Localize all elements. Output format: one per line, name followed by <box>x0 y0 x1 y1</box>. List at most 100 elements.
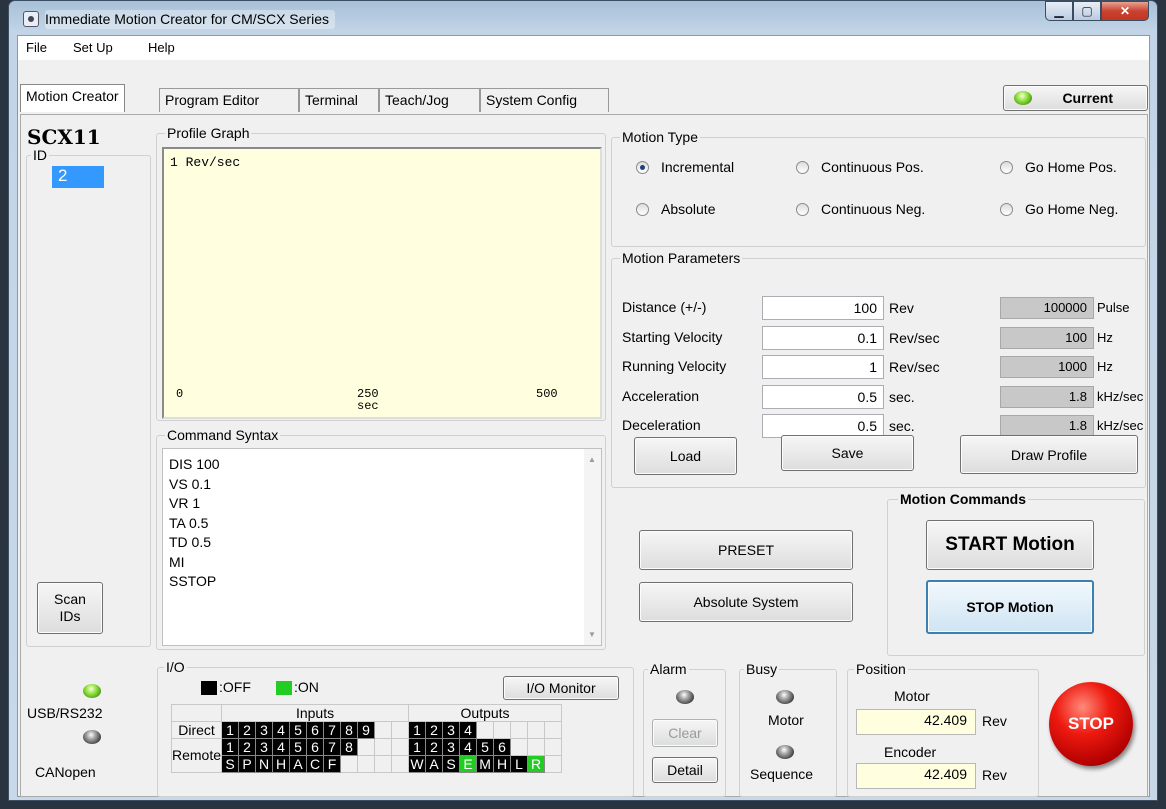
id-list-item[interactable]: 2 <box>52 166 104 188</box>
title-bar: Immediate Motion Creator for CM/SCX Seri… <box>9 1 1157 35</box>
param-value-input[interactable]: 0.1 <box>762 325 884 350</box>
command-scrollbar[interactable]: ▲ ▼ <box>584 449 601 645</box>
current-button-label: Current <box>1062 90 1113 106</box>
tab-terminal[interactable]: Terminal <box>299 88 379 112</box>
preset-button[interactable]: PRESET <box>639 530 853 570</box>
minimize-button[interactable]: ▁ <box>1045 1 1073 21</box>
io-cell: 4 <box>272 738 291 756</box>
io-label: I/O <box>164 659 187 675</box>
radio-label: Incremental <box>661 159 735 175</box>
save-button[interactable]: Save <box>781 435 914 471</box>
radio-continuous-neg[interactable]: Continuous Neg. <box>796 201 925 217</box>
stop-motion-button[interactable]: STOP Motion <box>926 580 1094 634</box>
scan-ids-button[interactable]: Scan IDs <box>37 582 103 634</box>
io-monitor-button[interactable]: I/O Monitor <box>503 676 619 700</box>
scroll-down-icon[interactable]: ▼ <box>588 630 596 639</box>
param-unit: Rev/sec <box>889 329 940 346</box>
tab-system-config[interactable]: System Config <box>480 88 609 112</box>
param-name: Distance (+/-) <box>622 299 707 315</box>
menu-file[interactable]: File <box>26 40 47 55</box>
io-cell <box>527 721 546 739</box>
io-cell: 3 <box>442 738 461 756</box>
id-group: ID 2 Scan IDs <box>26 147 151 647</box>
param-unit: Rev/sec <box>889 359 940 375</box>
ids-label: IDs <box>59 608 81 624</box>
client-area: File Set Up Help Motion Creator Program … <box>17 35 1150 797</box>
io-cell <box>544 738 563 756</box>
tab-motion-creator[interactable]: Motion Creator <box>20 84 125 112</box>
io-cell: 5 <box>289 738 308 756</box>
param-converted-value: 100000 <box>1000 297 1094 319</box>
param-unit: Rev <box>889 300 914 316</box>
menu-setup[interactable]: Set Up <box>73 40 113 55</box>
menu-help[interactable]: Help <box>148 40 175 55</box>
radio-icon <box>796 202 809 216</box>
window-title: Immediate Motion Creator for CM/SCX Seri… <box>45 10 335 29</box>
io-cell: A <box>289 755 308 773</box>
outputs-header: Outputs <box>408 704 563 722</box>
io-cell: S <box>221 755 240 773</box>
param-value-input[interactable]: 0.5 <box>762 384 884 409</box>
io-cell <box>544 755 563 773</box>
load-button[interactable]: Load <box>634 437 737 475</box>
current-button[interactable]: Current <box>1003 85 1148 111</box>
stop-button-label: STOP <box>1068 714 1114 733</box>
motor-busy-led-icon <box>776 690 794 704</box>
io-cell: 3 <box>442 721 461 739</box>
param-converted-unit: Pulse <box>1097 300 1130 315</box>
command-syntax-label: Command Syntax <box>165 427 281 443</box>
io-cell: 9 <box>357 721 376 739</box>
alarm-label: Alarm <box>648 661 689 677</box>
param-value-input[interactable]: 1 <box>762 355 884 379</box>
param-converted-value: 1.8 <box>1000 415 1094 437</box>
io-cell <box>357 738 376 756</box>
io-header-blank <box>170 704 223 722</box>
command-line: TA 0.5 <box>169 514 209 531</box>
io-cell: 6 <box>306 738 325 756</box>
maximize-button[interactable]: ▢ <box>1073 1 1101 21</box>
io-cell: C <box>306 755 325 773</box>
io-cell: 2 <box>425 738 444 756</box>
encoder-position-unit: Rev <box>982 767 1007 783</box>
io-cell: 3 <box>255 738 274 756</box>
scroll-up-icon[interactable]: ▲ <box>588 455 596 464</box>
close-button[interactable]: ✕ <box>1101 1 1149 21</box>
encoder-position-value: 42.409 <box>856 763 976 789</box>
param-name: Running Velocity <box>622 358 727 374</box>
param-value-input[interactable]: 100 <box>762 296 884 320</box>
radio-icon <box>1000 202 1013 216</box>
param-name: Deceleration <box>622 417 701 433</box>
emergency-stop-button[interactable]: STOP <box>1049 682 1133 766</box>
io-cell: A <box>425 755 444 773</box>
draw-profile-button[interactable]: Draw Profile <box>960 435 1138 474</box>
radio-continuous-pos[interactable]: Continuous Pos. <box>796 159 924 175</box>
io-cell <box>527 738 546 756</box>
radio-go-home-pos[interactable]: Go Home Pos. <box>1000 159 1117 175</box>
sequence-busy-led-icon <box>776 745 794 759</box>
motion-commands-group: Motion Commands START Motion STOP Motion <box>887 491 1145 656</box>
detail-button[interactable]: Detail <box>652 757 718 783</box>
alarm-led-icon <box>676 690 694 704</box>
command-syntax-box[interactable]: DIS 100 VS 0.1 VR 1 TA 0.5 TD 0.5 MI SSTOP ▲ ▼ <box>162 448 602 646</box>
motor-position-label: Motor <box>894 688 930 704</box>
param-converted-unit: Hz <box>1097 329 1113 345</box>
io-cell: 1 <box>221 721 240 739</box>
start-motion-button[interactable]: START Motion <box>926 520 1094 570</box>
param-converted-value: 1.8 <box>1000 385 1094 408</box>
radio-incremental[interactable]: Incremental <box>636 159 734 175</box>
usb-led-icon <box>83 684 101 698</box>
clear-button[interactable]: Clear <box>652 719 718 747</box>
profile-graph-canvas: 1 Rev/sec 0 250 sec 500 <box>162 147 602 419</box>
radio-go-home-neg[interactable]: Go Home Neg. <box>1000 201 1118 217</box>
motion-creator-panel: SCX11 ID 2 Scan IDs Profile Graph 1 Rev/… <box>20 114 1148 797</box>
busy-label: Busy <box>744 661 780 677</box>
on-swatch <box>276 681 292 695</box>
param-name: Starting Velocity <box>622 328 723 345</box>
radio-absolute[interactable]: Absolute <box>636 201 715 217</box>
tab-teach-jog[interactable]: Teach/Jog <box>379 88 480 112</box>
io-cell: 2 <box>238 738 257 756</box>
tab-program-editor[interactable]: Program Editor <box>159 88 299 112</box>
absolute-system-button[interactable]: Absolute System <box>639 582 853 622</box>
command-syntax-group: Command Syntax DIS 100 VS 0.1 VR 1 TA 0.5 TD… <box>156 427 606 650</box>
current-led-icon <box>1014 91 1032 105</box>
